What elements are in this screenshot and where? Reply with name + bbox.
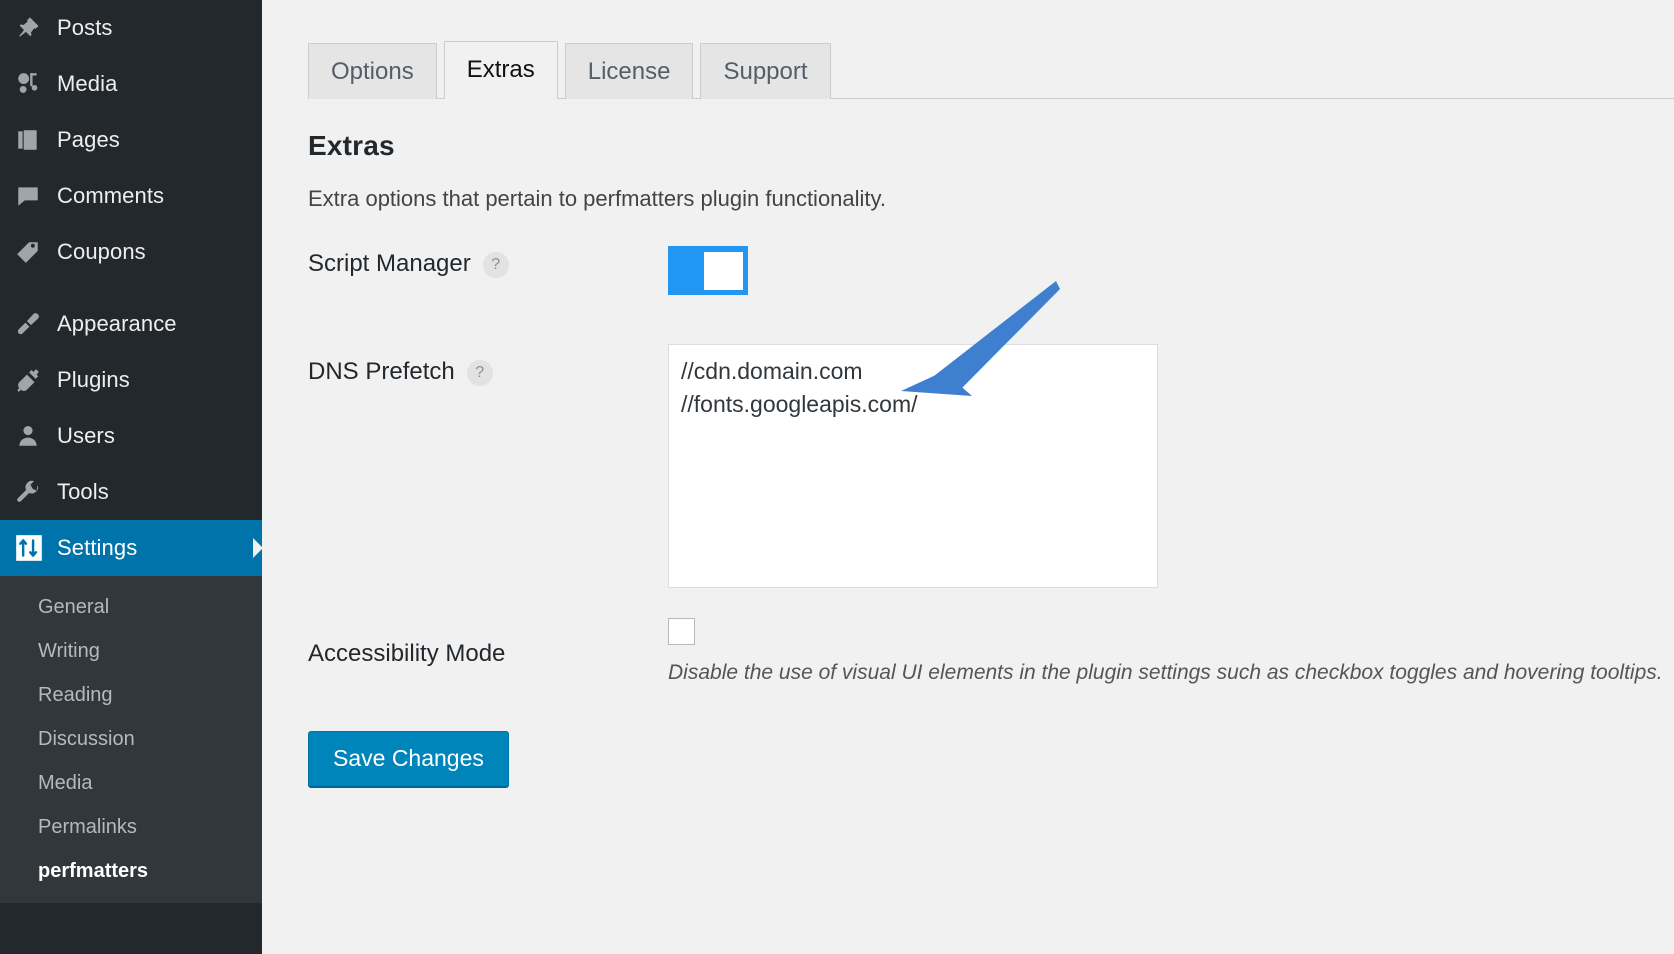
script-manager-toggle[interactable] bbox=[668, 246, 748, 295]
submenu-item-permalinks[interactable]: Permalinks bbox=[0, 805, 262, 849]
submenu-item-writing[interactable]: Writing bbox=[0, 629, 262, 673]
sidebar-item-tools[interactable]: Tools bbox=[0, 464, 262, 520]
wrench-icon bbox=[15, 479, 57, 505]
settings-content-area: Options Extras License Support Extras Ex… bbox=[262, 0, 1674, 954]
tab-license[interactable]: License bbox=[564, 43, 694, 99]
row-accessibility-mode: Accessibility Mode Disable the use of vi… bbox=[308, 618, 1674, 685]
save-button[interactable]: Save Changes bbox=[308, 731, 509, 787]
tab-extras[interactable]: Extras bbox=[443, 41, 558, 99]
sidebar-item-label: Coupons bbox=[57, 239, 146, 264]
wordpress-admin-screen: Posts Media Pages Comments Coupons Appea… bbox=[0, 0, 1674, 954]
settings-sliders-icon bbox=[15, 534, 57, 562]
sidebar-item-label: Tools bbox=[57, 479, 109, 504]
sidebar-item-label: Media bbox=[57, 71, 118, 96]
accessibility-mode-label: Accessibility Mode bbox=[308, 640, 506, 667]
extras-form: Script Manager ? DNS Prefetch ? //cdn.do… bbox=[308, 246, 1674, 685]
settings-tabs: Options Extras License Support bbox=[298, 36, 1674, 108]
accessibility-mode-label-cell: Accessibility Mode bbox=[308, 618, 668, 668]
script-manager-label: Script Manager bbox=[308, 250, 471, 277]
dns-prefetch-label-cell: DNS Prefetch ? bbox=[308, 344, 668, 386]
tab-support[interactable]: Support bbox=[700, 43, 831, 99]
sidebar-item-label: Comments bbox=[57, 183, 165, 208]
sidebar-item-settings[interactable]: Settings bbox=[0, 520, 262, 576]
sidebar-item-plugins[interactable]: Plugins bbox=[0, 352, 262, 408]
media-icon bbox=[15, 71, 57, 97]
dns-prefetch-textarea[interactable] bbox=[668, 344, 1158, 588]
sidebar-item-label: Plugins bbox=[57, 367, 130, 392]
sidebar-item-label: Appearance bbox=[57, 311, 177, 336]
script-manager-field bbox=[668, 246, 1674, 295]
toggle-knob bbox=[704, 252, 743, 290]
sidebar-item-label: Pages bbox=[57, 127, 120, 152]
submenu-item-perfmatters[interactable]: perfmatters bbox=[0, 849, 262, 893]
tag-icon bbox=[15, 239, 57, 265]
sidebar-item-media[interactable]: Media bbox=[0, 56, 262, 112]
plug-icon bbox=[15, 367, 57, 393]
sidebar-separator bbox=[0, 280, 262, 296]
sidebar-item-posts[interactable]: Posts bbox=[0, 0, 262, 56]
tab-options[interactable]: Options bbox=[308, 43, 437, 99]
sidebar-item-comments[interactable]: Comments bbox=[0, 168, 262, 224]
sidebar-item-coupons[interactable]: Coupons bbox=[0, 224, 262, 280]
dns-prefetch-field bbox=[668, 344, 1674, 588]
submenu-item-reading[interactable]: Reading bbox=[0, 673, 262, 717]
page-title: Extras bbox=[308, 130, 395, 161]
script-manager-label-cell: Script Manager ? bbox=[308, 246, 668, 278]
comments-icon bbox=[15, 183, 57, 209]
submenu-item-general[interactable]: General bbox=[0, 585, 262, 629]
help-icon[interactable]: ? bbox=[482, 252, 509, 278]
sidebar-item-appearance[interactable]: Appearance bbox=[0, 296, 262, 352]
row-script-manager: Script Manager ? bbox=[308, 246, 1674, 316]
pin-icon bbox=[15, 15, 57, 41]
accessibility-mode-field: Disable the use of visual UI elements in… bbox=[668, 618, 1674, 685]
admin-sidebar: Posts Media Pages Comments Coupons Appea… bbox=[0, 0, 262, 954]
accessibility-mode-note: Disable the use of visual UI elements in… bbox=[668, 661, 1663, 684]
paintbrush-icon bbox=[15, 311, 57, 337]
sidebar-item-label: Settings bbox=[57, 535, 138, 560]
sidebar-item-label: Users bbox=[57, 423, 115, 448]
page-description: Extra options that pertain to perfmatter… bbox=[308, 186, 887, 211]
sidebar-item-users[interactable]: Users bbox=[0, 408, 262, 464]
sidebar-item-pages[interactable]: Pages bbox=[0, 112, 262, 168]
pages-icon bbox=[15, 127, 57, 153]
submenu-item-discussion[interactable]: Discussion bbox=[0, 717, 262, 761]
help-icon[interactable]: ? bbox=[466, 360, 493, 386]
submenu-item-media[interactable]: Media bbox=[0, 761, 262, 805]
dns-prefetch-label: DNS Prefetch bbox=[308, 358, 455, 385]
row-dns-prefetch: DNS Prefetch ? bbox=[308, 344, 1674, 588]
user-icon bbox=[15, 423, 57, 449]
settings-submenu: General Writing Reading Discussion Media… bbox=[0, 576, 262, 903]
sidebar-item-label: Posts bbox=[57, 15, 113, 40]
accessibility-mode-checkbox[interactable] bbox=[668, 618, 695, 645]
